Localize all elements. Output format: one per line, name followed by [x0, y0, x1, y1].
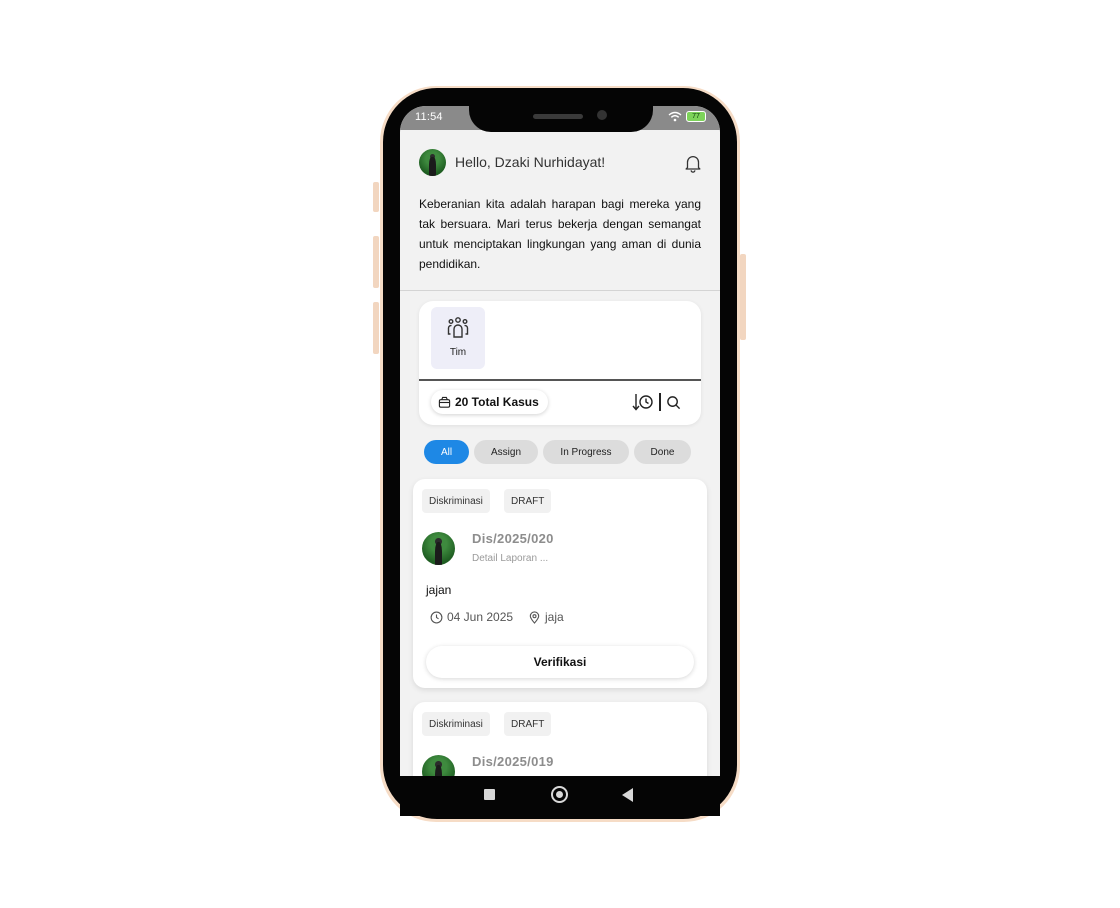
case-date-text: 04 Jun 2025 [447, 610, 514, 624]
clock-icon [430, 611, 443, 623]
status-tag: DRAFT [504, 489, 552, 513]
case-number: Dis/2025/019 [472, 754, 554, 769]
summary-divider [419, 379, 701, 381]
filter-done[interactable]: Done [634, 440, 691, 464]
speaker-grille [533, 114, 583, 119]
toolbar-separator [659, 393, 661, 411]
greeting-header: Hello, Dzaki Nurhidayat! Keberanian kita… [400, 130, 720, 290]
team-icon [447, 317, 469, 338]
motivation-quote: Keberanian kita adalah harapan bagi mere… [419, 197, 701, 271]
summary-card: Tim 20 Total Kasus [419, 301, 701, 425]
user-avatar[interactable] [419, 149, 446, 176]
battery-level: 77 [692, 113, 700, 120]
verify-button[interactable]: Verifikasi [426, 646, 694, 678]
status-icons: 77 [668, 111, 706, 122]
front-camera [597, 110, 607, 120]
team-tile-label: Tim [449, 347, 467, 358]
filter-label: Assign [490, 446, 521, 458]
total-cases-text: 20 Total Kasus [455, 395, 539, 409]
filter-in-progress[interactable]: In Progress [543, 440, 629, 464]
filter-all[interactable]: All [424, 440, 469, 464]
phone-side-button-3 [373, 302, 379, 354]
reporter-avatar [422, 755, 455, 776]
case-card[interactable]: Diskriminasi DRAFT Dis/2025/019 [413, 702, 707, 776]
category-tag: Diskriminasi [422, 489, 490, 513]
case-location: jaja [528, 610, 564, 624]
back-icon[interactable] [622, 788, 633, 802]
phone-side-button-1 [373, 182, 379, 212]
filter-label: Done [650, 446, 675, 458]
category-tag: Diskriminasi [422, 712, 490, 736]
filter-assign[interactable]: Assign [474, 440, 538, 464]
android-nav-bar [400, 776, 720, 816]
phone-notch [469, 104, 653, 132]
case-subtitle: Detail Laporan ... [472, 553, 549, 564]
team-tile[interactable]: Tim [431, 307, 485, 369]
case-number: Dis/2025/020 [472, 531, 554, 546]
greeting-text: Hello, Dzaki Nurhidayat! [455, 154, 606, 170]
battery-icon: 77 [686, 111, 706, 122]
case-card[interactable]: Diskriminasi DRAFT Dis/2025/020 Detail L… [413, 479, 707, 688]
app-screen: 11:54 77 Hello, Dzaki Nurhidayat! Kebera… [400, 106, 720, 776]
reporter-avatar [422, 532, 455, 565]
total-cases-badge: 20 Total Kasus [431, 390, 548, 414]
status-filter-tabs: All Assign In Progress Done [424, 440, 691, 464]
filter-label: All [440, 446, 453, 458]
case-box-icon [438, 396, 451, 408]
search-icon[interactable] [666, 395, 681, 410]
status-time: 11:54 [415, 111, 443, 123]
location-pin-icon [529, 610, 540, 624]
home-icon[interactable] [551, 786, 568, 803]
recent-apps-icon[interactable] [484, 789, 495, 800]
header-divider [400, 290, 720, 291]
case-location-text: jaja [545, 610, 564, 624]
bell-icon[interactable] [682, 152, 704, 174]
wifi-icon [668, 111, 682, 122]
filter-label: In Progress [560, 446, 612, 458]
sort-history-icon[interactable] [632, 392, 654, 412]
phone-side-button-2 [373, 236, 379, 288]
case-description: jajan [426, 583, 452, 597]
phone-power-button [740, 254, 746, 340]
case-date: 04 Jun 2025 [430, 610, 513, 624]
status-tag: DRAFT [504, 712, 552, 736]
